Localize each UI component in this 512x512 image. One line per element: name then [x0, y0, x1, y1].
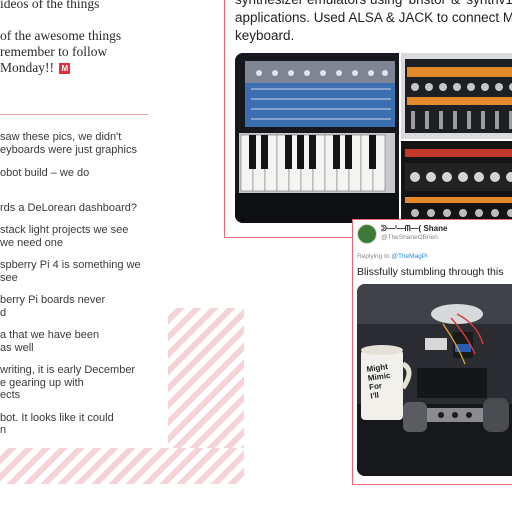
synth-modules-illustration — [401, 141, 512, 223]
list-line: e gearing up with — [0, 377, 84, 389]
list-line: spberry Pi 4 is something we — [0, 259, 141, 271]
list-line: d — [0, 307, 7, 319]
replying-to-prefix: Replying to — [357, 253, 390, 260]
section-divider — [0, 114, 148, 115]
synth-keyboard-illustration — [235, 53, 399, 223]
list-line: n — [0, 424, 7, 436]
article-intro: ideos of the things of the awesome thing… — [0, 0, 170, 76]
replying-to: Replying to @TheMagPi — [357, 253, 428, 260]
list-line: obot build – we do — [0, 167, 90, 179]
hatch-decoration-horizontal — [0, 448, 244, 484]
intro-line-3: remember to follow — [0, 44, 108, 59]
robot-photo-illustration: MightMimicForI'll — [357, 284, 512, 476]
tweet-text: synthesizer emulators using 'bristol' & … — [235, 0, 512, 45]
tweet-card-robot[interactable]: ᕲ—ᑊ—ᗰ—( Shane @TheShaneOBrien Replying t… — [352, 219, 512, 485]
list-line: a that we have been — [0, 329, 100, 341]
list-line: ects — [0, 389, 21, 401]
intro-line-4-text: Monday!! — [0, 60, 54, 75]
intro-line-2: of the awesome things — [0, 28, 122, 43]
list-line: as well — [0, 342, 34, 354]
list-line: stack light projects we see — [0, 224, 129, 236]
list-line: eyboards were just graphics — [0, 144, 137, 156]
list-line: berry Pi boards never — [0, 294, 106, 306]
list-line: see — [0, 272, 18, 284]
tweet-image-synth-modules[interactable] — [401, 141, 512, 223]
list-line: writing, it is early December — [0, 364, 136, 376]
list-line: we need one — [0, 237, 63, 249]
tweet-image-synth-keyboard[interactable] — [235, 53, 399, 223]
tweet-text: Blissfully stumbling through this — [357, 266, 504, 278]
tweet-author-name[interactable]: ᕲ—ᑊ—ᗰ—( Shane — [381, 224, 447, 234]
list-line: saw these pics, we didn't — [0, 131, 122, 143]
tweet-image-synth-panel[interactable] — [401, 53, 512, 139]
synth-panel-illustration — [401, 53, 512, 139]
avatar[interactable] — [357, 224, 377, 244]
list-line: rds a DeLorean dashboard? — [0, 202, 137, 214]
intro-line-1: ideos of the things — [0, 0, 100, 11]
replying-to-link[interactable]: @TheMagPi — [391, 253, 427, 260]
tweet-text-line-1: synthesizer emulators using 'bristol' & … — [235, 0, 512, 9]
tweet-text-line-2: applications. Used ALSA & JACK to connec… — [235, 10, 512, 25]
tweet-card-synth[interactable]: synthesizer emulators using 'bristol' & … — [224, 0, 512, 238]
tweet-author-handle[interactable]: @TheShaneOBrien — [381, 234, 438, 241]
magpi-badge-icon: M — [59, 63, 71, 74]
tweet-image-robot[interactable]: MightMimicForI'll — [357, 284, 512, 476]
tweet-text-line-3: keyboard. — [235, 28, 295, 43]
list-line: bot. It looks like it could — [0, 412, 114, 424]
intro-line-4: Monday!! M — [0, 60, 170, 76]
